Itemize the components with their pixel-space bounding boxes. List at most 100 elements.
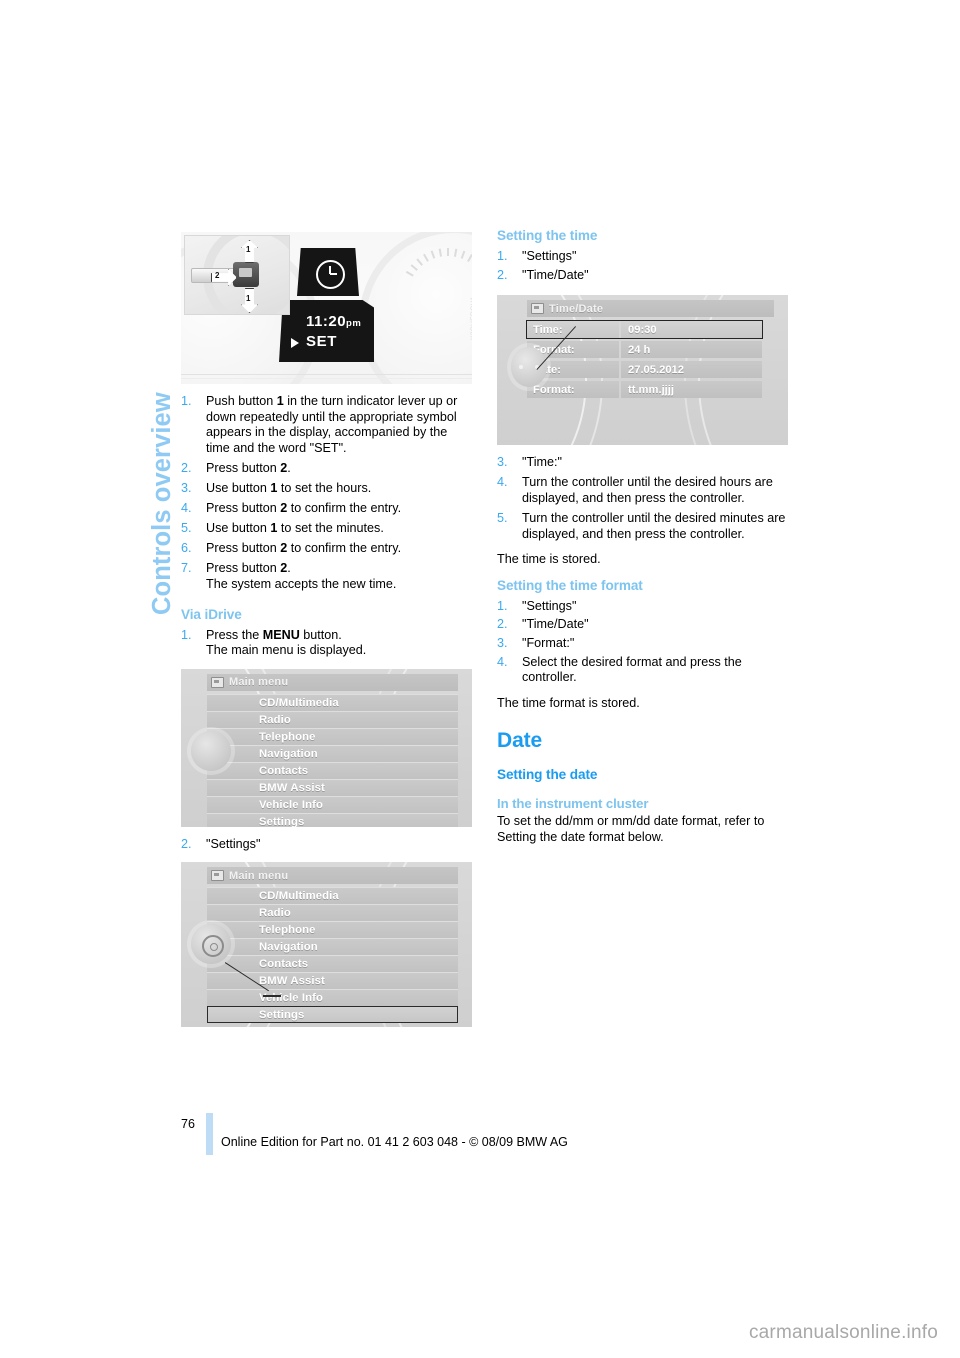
figure-instrument-cluster: 11:20pm SET 1 1 2 Y3OVEROVA (181, 232, 473, 384)
site-watermark: carmanualsonline.info (748, 1322, 938, 1343)
clock-symbol-tile (297, 248, 359, 296)
menu-item-navigation[interactable]: Navigation (207, 744, 458, 762)
cluster-time-value: 11:20pm (306, 313, 362, 330)
menu-item-label: BMW Assist (259, 975, 325, 988)
idrive-controller-knob (191, 730, 231, 771)
step-number: 4. (497, 654, 508, 669)
idrive-steps-2: 2. "Settings" (181, 837, 473, 853)
step-number: 4. (497, 475, 508, 490)
heading-setting-the-time: Setting the time (497, 228, 598, 243)
clock-menu-icon (531, 303, 544, 315)
list-item: 5. Use button 1 to set the minutes. (181, 521, 473, 537)
step-text: Press button (206, 541, 281, 556)
menu-item-radio[interactable]: Radio (207, 904, 458, 922)
time-date-row-list: Time: 09:30 Format: 24 h Date: 27.05.201… (526, 320, 763, 399)
cluster-time-steps: 1. Push button 1 in the turn indicator le… (181, 394, 473, 593)
heading-in-the-instrument-cluster: In the instrument cluster (497, 796, 649, 812)
menu-item-navigation[interactable]: Navigation (207, 938, 458, 956)
step-text: Press button (206, 561, 281, 576)
step-text: Press button (206, 460, 281, 475)
step-number: 2. (181, 460, 192, 475)
callout-label-1-top: 1 (246, 245, 251, 254)
step-text: Select the desired format and press the … (522, 654, 742, 685)
menu-item-telephone[interactable]: Telephone (207, 921, 458, 939)
step-number: 1. (497, 249, 508, 263)
menu-item-telephone[interactable]: Telephone (207, 727, 458, 745)
idrive-controller-knob-time-date (505, 347, 547, 388)
menu-item-label: Navigation (259, 747, 318, 760)
menu-item-bmw-assist[interactable]: BMW Assist (207, 778, 458, 796)
figure-main-menu-1: Main menu CD/Multimedia Radio Telephone … (181, 668, 473, 827)
right-column: Setting the time 1. "Settings" 2. "Time/Da… (497, 228, 791, 856)
step-text: Press the (206, 627, 263, 642)
menu-icon (211, 870, 224, 882)
stalk-inset-photo: 1 1 2 (184, 235, 290, 315)
row-value: 24 h (621, 341, 762, 359)
step-text: "Settings" (206, 836, 261, 851)
step-text-cont: to confirm the entry. (287, 501, 402, 516)
step-text: Push button (206, 394, 277, 408)
time-date-row-time-format[interactable]: Format: 24 h (527, 341, 762, 359)
menu-title: Main menu (229, 869, 289, 882)
menu-item-settings-selected[interactable]: Settings (207, 1006, 458, 1024)
step-number: 4. (181, 501, 192, 516)
step-text: Turn the controller until the desired mi… (522, 510, 786, 541)
time-date-row-date[interactable]: Date: 27.05.2012 (527, 361, 762, 379)
step-text-cont: to set the hours. (277, 480, 372, 495)
list-item: 2. "Time/Date" (497, 268, 791, 284)
idrive-main-menu-screen: Main menu CD/Multimedia Radio Telephone … (181, 668, 472, 827)
menu-item-radio[interactable]: Radio (207, 710, 458, 728)
page-number: 76 (181, 1117, 195, 1131)
time-date-row-time[interactable]: Time: 09:30 (526, 320, 763, 340)
menu-item-label: Telephone (259, 924, 316, 937)
menu-title-bar: Main menu (207, 867, 458, 885)
heading-setting-the-date: Setting the date (497, 767, 598, 783)
text-date-body: To set the dd/mm or mm/dd date format, r… (497, 814, 765, 844)
menu-item-contacts[interactable]: Contacts (207, 761, 458, 779)
list-item: 4. Select the desired format and press th… (497, 655, 791, 686)
menu-item-label: Contacts (259, 958, 309, 971)
list-item: 4. Turn the controller until the desired … (497, 475, 791, 506)
menu-item-vehicle-info[interactable]: Vehicle Info (207, 989, 458, 1007)
step-text: Press button (206, 501, 281, 516)
row-value: tt.mm.jjjj (621, 381, 762, 399)
list-item: 1. Press the MENU button. The main menu i… (181, 628, 473, 659)
list-item: 1. "Settings" (497, 249, 791, 265)
text-time-stored: The time is stored. (497, 552, 601, 567)
step-text: Turn the controller until the desired ho… (522, 475, 773, 505)
step-text: Use button (206, 480, 271, 495)
list-item: 1. Push button 1 in the turn indicator le… (181, 394, 473, 456)
cluster-set-label: SET (306, 333, 337, 350)
menu-item-cd-multimedia[interactable]: CD/Multimedia (207, 887, 458, 905)
menu-item-settings[interactable]: Settings (207, 812, 458, 827)
knob-body (511, 347, 547, 388)
step-text: "Time/Date" (522, 617, 589, 632)
menu-item-label: Settings (259, 1009, 305, 1022)
menu-item-vehicle-info[interactable]: Vehicle Info (207, 795, 458, 813)
step-note: The main menu is displayed. (206, 643, 367, 658)
list-item: 3. "Time:" (497, 455, 791, 471)
step-number: 5. (181, 521, 192, 536)
figure-time-date: Time/Date Time: 09:30 Format: 24 h (497, 295, 791, 446)
menu-item-label: Vehicle Info (259, 798, 323, 811)
left-column: 11:20pm SET 1 1 2 Y3OVEROVA 1. Push butt… (181, 232, 473, 1037)
step-text-cont: . (287, 460, 291, 475)
list-item: 4. Press button 2 to confirm the entry. (181, 501, 473, 517)
step-number: 5. (497, 510, 508, 525)
cluster-baseline-secondary (181, 378, 472, 379)
menu-item-label: CD/Multimedia (259, 696, 339, 709)
menu-title: Main menu (229, 676, 289, 689)
row-value: 09:30 (621, 321, 762, 339)
gear-icon (202, 935, 224, 958)
step-text: Use button (206, 521, 271, 536)
list-item: 7. Press button 2. The system accepts the… (181, 561, 473, 592)
step-text-cont: . (287, 561, 291, 576)
menu-item-contacts[interactable]: Contacts (207, 955, 458, 973)
heading-setting-time-format: Setting the time format (497, 577, 643, 593)
list-item: 2. Press button 2. (181, 461, 473, 477)
list-item: 5. Turn the controller until the desired … (497, 511, 791, 542)
list-item: 3. "Format:" (497, 636, 791, 652)
step-note: The system accepts the new time. (206, 576, 397, 591)
menu-item-cd-multimedia[interactable]: CD/Multimedia (207, 693, 458, 711)
time-date-row-date-format[interactable]: Format: tt.mm.jjjj (527, 381, 762, 399)
